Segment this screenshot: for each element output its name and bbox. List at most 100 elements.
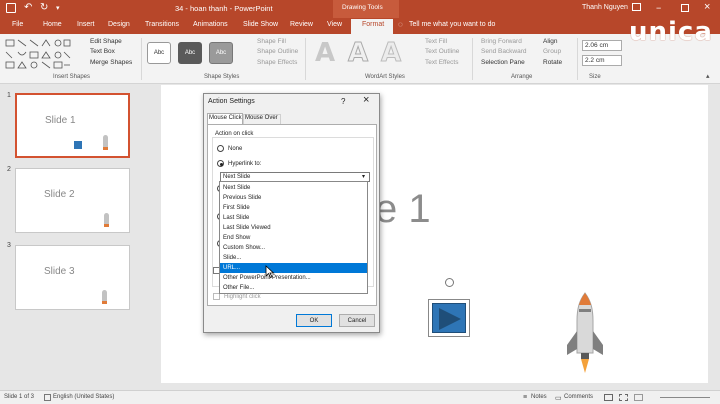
- dropdown-option[interactable]: Last Slide: [220, 213, 367, 223]
- tab-slide-show[interactable]: Slide Show: [243, 21, 278, 28]
- dropdown-option[interactable]: End Show: [220, 233, 367, 243]
- save-icon[interactable]: [6, 3, 16, 13]
- radio-none[interactable]: [217, 145, 224, 152]
- zoom-slider[interactable]: [660, 397, 710, 398]
- hyperlink-dropdown-value: Next Slide: [223, 174, 251, 180]
- tab-home[interactable]: Home: [43, 21, 62, 28]
- dropdown-option[interactable]: Last Slide Viewed: [220, 223, 367, 233]
- shape-outline-button[interactable]: Shape Outline: [257, 48, 298, 55]
- shape-effects-button[interactable]: Shape Effects: [257, 59, 297, 66]
- divider: [472, 38, 473, 80]
- slide-number: 1: [7, 92, 11, 99]
- tab-view[interactable]: View: [327, 21, 342, 28]
- dialog-title: Action Settings: [208, 98, 255, 105]
- merge-shapes-button[interactable]: Merge Shapes: [90, 59, 132, 66]
- wordart-style-2[interactable]: A: [344, 38, 372, 69]
- slide-thumbnail-title: Slide 1: [45, 115, 76, 126]
- tab-insert[interactable]: Insert: [77, 21, 95, 28]
- text-box-button[interactable]: Text Box: [90, 48, 115, 55]
- comments-button[interactable]: Comments: [564, 394, 593, 400]
- dropdown-option[interactable]: Slide...: [220, 253, 367, 263]
- dropdown-option[interactable]: Custom Show...: [220, 243, 367, 253]
- shape-fill-button[interactable]: Shape Fill: [257, 38, 286, 45]
- text-fill-button[interactable]: Text Fill: [425, 38, 447, 45]
- ribbon-options-icon[interactable]: [632, 3, 641, 11]
- rocket-icon: [103, 135, 108, 150]
- spellcheck-icon[interactable]: [44, 394, 51, 401]
- dropdown-option[interactable]: Other PowerPoint Presentation...: [220, 273, 367, 283]
- reading-view-icon[interactable]: [634, 394, 643, 401]
- divider: [305, 38, 306, 80]
- lightbulb-icon: ◌: [398, 20, 403, 29]
- action-button-shape[interactable]: [428, 299, 470, 337]
- group-button[interactable]: Group: [543, 48, 561, 55]
- tab-file[interactable]: File: [12, 21, 23, 28]
- dropdown-option[interactable]: Other File...: [220, 283, 367, 293]
- radio-hyperlink[interactable]: [217, 160, 224, 167]
- dialog-close-icon[interactable]: ×: [363, 94, 369, 106]
- tell-me-input[interactable]: Tell me what you want to do: [409, 21, 495, 28]
- undo-icon[interactable]: ↶: [24, 2, 32, 13]
- text-outline-button[interactable]: Text Outline: [425, 48, 459, 55]
- quick-access-more-icon[interactable]: ▾: [56, 4, 60, 12]
- user-name[interactable]: Thanh Nguyen: [582, 4, 628, 11]
- comments-icon[interactable]: ▭: [555, 394, 562, 402]
- rocket-icon: [102, 290, 107, 304]
- chevron-down-icon[interactable]: ▾: [362, 173, 365, 180]
- dropdown-option[interactable]: First Slide: [220, 203, 367, 213]
- shapes-gallery[interactable]: [4, 38, 72, 70]
- slide-thumbnail-3[interactable]: Slide 3: [15, 245, 130, 310]
- shape-style-2[interactable]: Abc: [178, 42, 202, 64]
- maximize-icon[interactable]: [681, 4, 689, 12]
- divider: [577, 38, 578, 80]
- shape-height-value: 2.06 cm: [585, 42, 609, 49]
- slide-thumbnail-2[interactable]: Slide 2: [15, 168, 130, 233]
- slide-title-text[interactable]: e 1: [375, 187, 431, 232]
- selection-pane-button[interactable]: Selection Pane: [481, 59, 525, 66]
- dropdown-option[interactable]: Next Slide: [220, 183, 367, 193]
- close-icon[interactable]: ×: [704, 1, 710, 13]
- normal-view-icon[interactable]: [604, 394, 613, 401]
- radio-hyperlink-label: Hyperlink to:: [228, 161, 262, 167]
- cancel-button[interactable]: Cancel: [339, 314, 375, 327]
- dropdown-option-selected[interactable]: URL...: [220, 263, 367, 273]
- context-group-label: Drawing Tools: [342, 4, 383, 11]
- ok-button[interactable]: OK: [296, 314, 332, 327]
- language-indicator[interactable]: English (United States): [53, 394, 114, 400]
- wordart-style-1[interactable]: A: [311, 38, 339, 68]
- shape-style-3[interactable]: Abc: [209, 42, 233, 64]
- rotate-handle-icon[interactable]: [445, 278, 454, 287]
- dropdown-option[interactable]: Previous Slide: [220, 193, 367, 203]
- align-button[interactable]: Align: [543, 38, 557, 45]
- bring-forward-button[interactable]: Bring Forward: [481, 38, 522, 45]
- insert-shapes-group-label: Insert Shapes: [53, 74, 91, 80]
- minimize-icon[interactable]: −: [656, 3, 661, 13]
- tab-mouse-over-label: Mouse Over: [245, 115, 278, 121]
- highlight-click-checkbox[interactable]: [213, 293, 220, 300]
- text-effects-button[interactable]: Text Effects: [425, 59, 458, 66]
- help-icon[interactable]: ?: [341, 97, 345, 106]
- tab-format-label: Format: [362, 21, 385, 28]
- wordart-group-label: WordArt Styles: [365, 74, 405, 80]
- tab-design[interactable]: Design: [108, 21, 130, 28]
- send-backward-button[interactable]: Send Backward: [481, 48, 527, 55]
- tab-mouse-click-label: Mouse Click: [209, 115, 242, 121]
- redo-icon[interactable]: ↻: [40, 2, 48, 13]
- tab-transitions[interactable]: Transitions: [145, 21, 179, 28]
- slide-number: 3: [7, 242, 11, 249]
- tab-animations[interactable]: Animations: [193, 21, 228, 28]
- collapse-ribbon-icon[interactable]: ▴: [706, 72, 710, 80]
- ribbon-tabs: File Home Insert Design Transitions Anim…: [0, 18, 720, 34]
- notes-button[interactable]: Notes: [531, 394, 547, 400]
- slide-number: 2: [7, 166, 11, 173]
- status-bar: Slide 1 of 3 English (United States) ≡ N…: [0, 390, 720, 404]
- wordart-style-3[interactable]: A: [377, 38, 405, 69]
- slide-sorter-icon[interactable]: [619, 394, 628, 401]
- slide-thumbnail-1[interactable]: Slide 1: [15, 93, 130, 158]
- edit-shape-button[interactable]: Edit Shape: [90, 38, 122, 45]
- shape-style-1[interactable]: Abc: [147, 42, 171, 64]
- slide-counter: Slide 1 of 3: [4, 394, 35, 400]
- notes-icon[interactable]: ≡: [523, 394, 527, 401]
- rotate-button[interactable]: Rotate: [543, 59, 562, 66]
- tab-review[interactable]: Review: [290, 21, 313, 28]
